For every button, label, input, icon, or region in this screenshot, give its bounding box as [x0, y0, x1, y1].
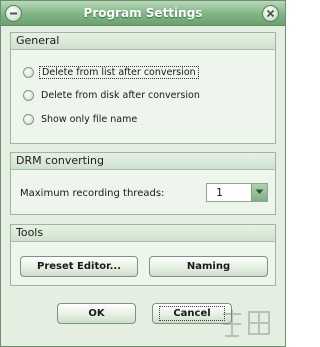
show-only-file-name-radio[interactable] — [23, 113, 34, 125]
drm-header: DRM converting — [11, 153, 275, 170]
threads-dropdown-button[interactable] — [251, 184, 267, 201]
delete-from-list-radio[interactable] — [23, 66, 34, 78]
ok-button[interactable]: OK — [57, 303, 136, 324]
delete-from-list-option[interactable]: Delete from list after conversion — [23, 64, 199, 80]
delete-from-disk-label: Delete from disk after conversion — [41, 89, 200, 101]
tools-group: Tools Preset Editor... Naming — [10, 224, 276, 286]
delete-from-disk-radio[interactable] — [23, 89, 34, 101]
threads-value: 1 — [216, 186, 223, 199]
show-only-file-name-label: Show only file name — [41, 113, 138, 125]
delete-from-list-label: Delete from list after conversion — [39, 65, 199, 79]
show-only-file-name-option[interactable]: Show only file name — [23, 111, 139, 127]
preset-editor-button[interactable]: Preset Editor... — [20, 256, 138, 277]
threads-select[interactable]: 1 — [206, 183, 268, 202]
watermark-logo-icon — [223, 310, 270, 337]
window-title: Program Settings — [83, 6, 203, 20]
delete-from-disk-option[interactable]: Delete from disk after conversion — [23, 87, 202, 103]
threads-label: Maximum recording threads: — [20, 188, 165, 199]
general-group: General Delete from list after conversio… — [10, 32, 276, 144]
close-button[interactable] — [262, 5, 279, 22]
tools-header: Tools — [11, 225, 275, 242]
program-settings-window: Program Settings General Delete from lis… — [0, 0, 286, 347]
drm-group: DRM converting Maximum recording threads… — [10, 152, 276, 215]
naming-button[interactable]: Naming — [149, 256, 268, 277]
general-header: General — [11, 33, 275, 50]
cancel-button-label: Cancel — [159, 306, 225, 321]
title-bar[interactable]: Program Settings — [1, 1, 285, 26]
close-icon — [266, 9, 275, 18]
chevron-down-icon — [255, 189, 264, 194]
